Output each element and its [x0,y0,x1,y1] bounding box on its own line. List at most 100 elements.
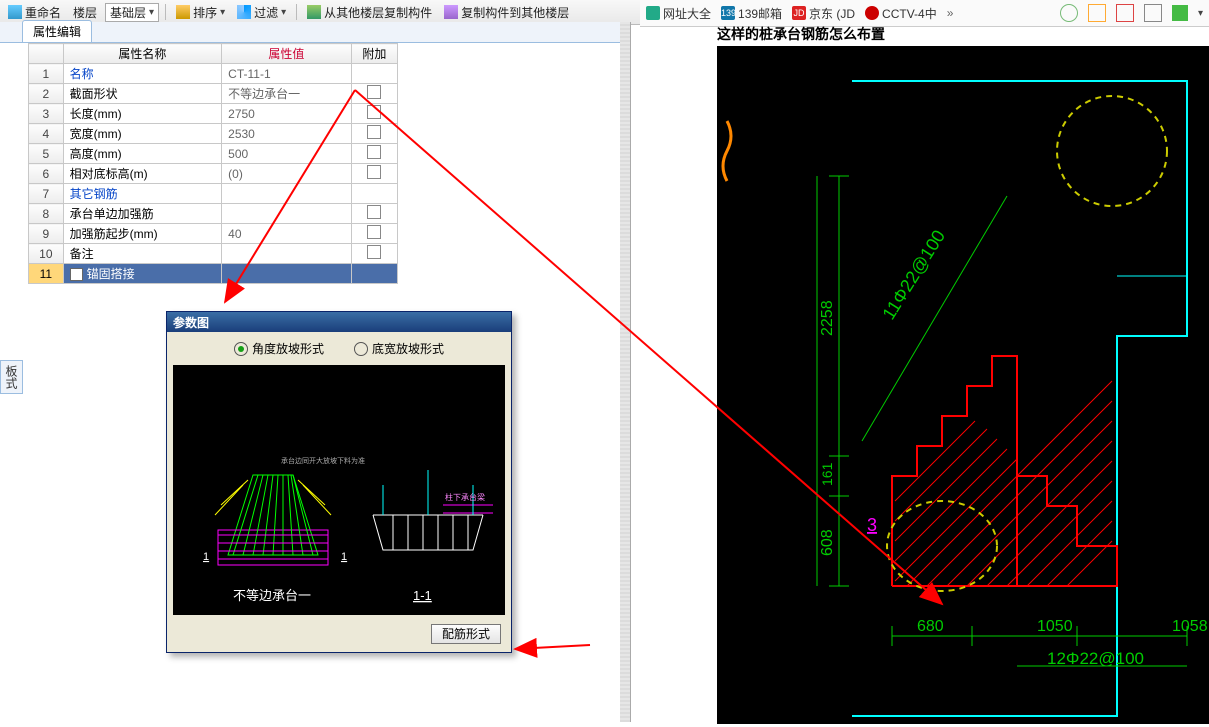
prop-name: 备注 [70,247,94,261]
prop-name: 高度(mm) [70,147,122,161]
prop-name: 相对底标高(m) [70,167,148,181]
floor-select[interactable]: 基础层 ▾ [105,3,159,22]
row-number: 4 [29,124,64,144]
prop-value[interactable]: CT-11-1 [222,64,352,84]
bar-label-horizontal: 12Φ22@100 [1047,649,1144,668]
col-name: 属性名称 [63,44,221,64]
prop-value[interactable] [222,204,352,224]
prop-name: 其它钢筋 [70,187,118,201]
prop-name: 截面形状 [70,87,118,101]
tool-icon-1[interactable] [1060,4,1078,22]
radio-icon [354,342,368,356]
prop-value[interactable]: 2750 [222,104,352,124]
prop-value[interactable]: 2530 [222,124,352,144]
table-row[interactable]: 9加强筋起步(mm)40 [29,224,398,244]
fav-more[interactable]: » [947,6,954,20]
tab-property-edit[interactable]: 属性编辑 [22,20,92,42]
checkbox-icon[interactable] [367,125,381,139]
section-mark-3: 3 [867,515,877,535]
prop-value[interactable]: (0) [222,164,352,184]
sort-button[interactable]: 排序 ▾ [172,3,229,22]
tool-icon-2[interactable] [1088,4,1106,22]
fav-site-2[interactable]: 139139邮箱 [721,5,782,22]
checkbox-icon[interactable] [367,145,381,159]
dim-1050: 1050 [1037,618,1073,635]
chevron-down-icon: ▾ [149,7,154,18]
filter-button[interactable]: 过滤 ▾ [233,3,290,22]
addon-cell[interactable] [351,124,397,144]
splitter[interactable] [620,22,630,722]
diagram-caption-2: 1-1 [413,588,432,603]
table-row[interactable]: 7其它钢筋 [29,184,398,204]
prop-value[interactable] [222,264,352,284]
dim-680: 680 [917,618,944,635]
addon-cell[interactable] [351,64,397,84]
row-number: 10 [29,244,64,264]
prop-value[interactable]: 500 [222,144,352,164]
svg-text:1: 1 [341,551,347,563]
addon-cell[interactable] [351,224,397,244]
rename-button[interactable]: 重命名 [4,3,65,22]
checkbox-icon[interactable] [367,105,381,119]
svg-text:柱下承台梁: 柱下承台梁 [445,492,485,502]
prop-value[interactable] [222,184,352,204]
checkbox-icon[interactable] [367,165,381,179]
option-angle-slope[interactable]: 角度放坡形式 [234,340,324,357]
prop-name: 加强筋起步(mm) [70,227,158,241]
fav-site-1[interactable]: 网址大全 [646,5,711,22]
checkbox-icon[interactable] [367,85,381,99]
property-table: 属性名称 属性值 附加 1名称CT-11-12截面形状不等边承台一3长度(mm)… [28,43,398,284]
table-row[interactable]: 5 高度(mm) 500 [29,144,398,164]
prop-name: 名称 [70,67,94,81]
table-row[interactable]: 6 相对底标高(m) (0) [29,164,398,184]
dim-1058: 1058 [1172,618,1208,635]
tool-icon-4[interactable] [1144,4,1162,22]
table-row[interactable]: 1名称CT-11-1 [29,64,398,84]
table-row[interactable]: 8承台单边加强筋 [29,204,398,224]
row-number: 11 [29,264,64,284]
table-row[interactable]: 2 截面形状 不等边承台一 [29,84,398,104]
tool-icon-5[interactable] [1172,5,1188,21]
table-row[interactable]: 3长度(mm)2750 [29,104,398,124]
cad-viewport[interactable]: 2258 161 608 3 11Φ22@100 680 1050 1058 1… [717,46,1209,724]
param-diagram: 1 1 柱下承台梁 承台边同开大放 [173,365,505,615]
checkbox-icon[interactable] [367,205,381,219]
addon-cell[interactable] [351,264,397,284]
table-row[interactable]: 10 备注 [29,244,398,264]
floor-label: 楼层 [69,3,101,22]
checkbox-icon[interactable] [367,225,381,239]
tool-icon-3[interactable] [1116,4,1134,22]
copy-from-button[interactable]: 从其他楼层复制构件 [303,3,436,22]
addon-cell[interactable] [351,244,397,264]
table-row[interactable]: 4宽度(mm)2530 [29,124,398,144]
table-row[interactable]: 11+锚固搭接 [29,264,398,284]
chevron-down-icon[interactable]: ▾ [1198,8,1203,19]
row-number: 8 [29,204,64,224]
bar-label-vertical: 11Φ22@100 [878,227,949,324]
prop-value[interactable]: 40 [222,224,352,244]
addon-cell[interactable] [351,104,397,124]
prop-value[interactable] [222,244,352,264]
side-tab[interactable]: 板式 [0,360,23,394]
row-number: 2 [29,84,64,104]
col-value: 属性值 [222,44,352,64]
addon-cell[interactable] [351,164,397,184]
radio-icon [234,342,248,356]
col-addon: 附加 [351,44,397,64]
copy-to-button[interactable]: 复制构件到其他楼层 [440,3,573,22]
row-number: 3 [29,104,64,124]
option-bottom-width-slope[interactable]: 底宽放坡形式 [354,340,444,357]
prop-value[interactable]: 不等边承台一 [222,84,352,104]
rebar-form-button[interactable]: 配筋形式 [431,624,501,644]
dialog-title: 参数图 [167,312,511,332]
row-number: 6 [29,164,64,184]
fav-site-4[interactable]: CCTV-4中 [865,5,937,22]
addon-cell[interactable] [351,84,397,104]
fav-site-3[interactable]: JD京东 (JD [792,5,855,22]
checkbox-icon[interactable] [367,245,381,259]
expand-icon[interactable]: + [70,268,83,281]
addon-cell[interactable] [351,204,397,224]
addon-cell[interactable] [351,144,397,164]
addon-cell[interactable] [351,184,397,204]
row-number: 5 [29,144,64,164]
